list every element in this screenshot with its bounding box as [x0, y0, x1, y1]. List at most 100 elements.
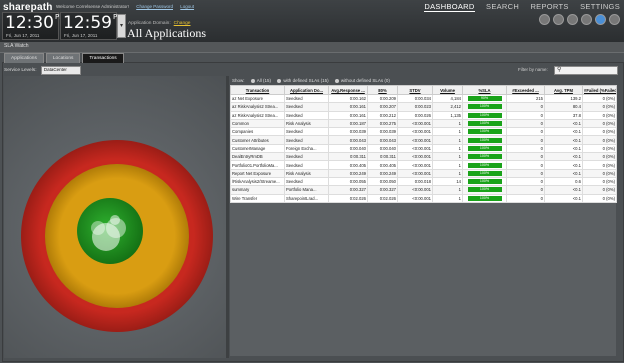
table-cell: 215 [506, 93, 545, 104]
nav-settings[interactable]: SETTINGS [580, 2, 620, 11]
table-cell: Customer Attributes [230, 135, 285, 145]
table-row[interactable]: az Net Exposure Seedsed 0:00.162 0:00.209 0:… [230, 93, 617, 104]
nav-reports[interactable]: REPORTS [530, 2, 568, 11]
table-cell: 1 [432, 143, 463, 154]
table-cell: 100% [462, 168, 507, 178]
table-cell: Report Net Exposure [230, 168, 285, 178]
tab-bar: Applications Locations Transactions [4, 53, 124, 63]
minus-icon[interactable] [539, 14, 550, 25]
gear-icon[interactable] [581, 14, 592, 25]
table-row[interactable]: az RiskAnalysis2 Strea... Seedsed 0:00.161… [230, 110, 617, 120]
sla-percent-bar: 100% [467, 187, 502, 193]
transaction-bubble[interactable] [110, 215, 120, 225]
column-header[interactable]: 80% [367, 85, 398, 95]
table-cell: <0:00.001 [397, 143, 433, 154]
change-password-link[interactable]: Change Password [136, 4, 173, 9]
table-row[interactable]: DealEntryRmDB Seedsed 0:00.311 0:00.311 <0:0… [230, 152, 617, 162]
table-row[interactable]: Companies Seedsed 0:00.039 0:00.039 <0:00.00… [230, 127, 617, 137]
table-cell: 0.6 [544, 176, 583, 187]
table-cell: 0:00.209 [367, 93, 398, 104]
refresh-icon[interactable] [553, 14, 564, 25]
table-cell: 1 [432, 168, 463, 178]
column-header[interactable]: Application Do... [284, 85, 329, 95]
table-cell: 100% [462, 118, 507, 129]
table-row[interactable]: CustomerManage Foreign Excha... 0:00.040 0:… [230, 143, 617, 154]
toolbar-icons [539, 14, 620, 25]
table-cell: 0:00.311 [328, 152, 368, 162]
table-cell: Risk Analysis [284, 118, 329, 129]
table-row[interactable]: /RiskAnalysis2/Streame... Seedsed 0:00.055… [230, 176, 617, 187]
column-header[interactable]: Avg. TPM [544, 85, 583, 95]
table-cell: az RiskAnalysis2 Strea... [230, 102, 285, 112]
table-row[interactable]: Common Risk Analysis 0:00.187 0:00.275 <0:00… [230, 118, 617, 129]
table-cell: Portfolio01.PortfolioMa... [230, 160, 285, 170]
filter-input[interactable]: ⚲ [554, 66, 618, 75]
column-header[interactable]: Avg.Response ... [328, 85, 368, 95]
table-cell: 0 (0%) [582, 168, 617, 178]
table-cell: 0:00.023 [397, 102, 433, 112]
main-nav: DASHBOARD SEARCH REPORTS SETTINGS [415, 2, 620, 12]
table-cell: 0:00.275 [367, 118, 398, 129]
play-icon[interactable] [567, 14, 578, 25]
table-cell: <0.1 [544, 143, 583, 154]
column-header[interactable]: #Exceeded ... [506, 85, 545, 95]
table-cell: 0:00.050 [367, 176, 398, 187]
nav-dashboard[interactable]: DASHBOARD [424, 2, 475, 12]
info-icon[interactable] [595, 14, 606, 25]
column-header[interactable]: Transaction [230, 85, 285, 95]
table-cell: 0 (0%) [582, 160, 617, 170]
table-cell: 0 (0%) [582, 135, 617, 145]
table-cell: 0 (0%) [582, 93, 617, 104]
table-cell: Foreign Excha... [284, 143, 329, 154]
column-header[interactable]: Volume [432, 85, 463, 95]
transaction-bubble[interactable] [91, 221, 105, 235]
clock-to[interactable]: 12:59PM Fri, Jun 17, 2011 [60, 12, 123, 40]
table-row[interactable]: Wire Transfer SharepointLrad... 0:02.026 0:… [230, 193, 617, 203]
radio-all[interactable] [250, 78, 255, 83]
nav-search[interactable]: SEARCH [486, 2, 519, 11]
column-header[interactable]: STDV [397, 85, 433, 95]
table-row[interactable]: summary Portfolio Mana... 0:00.327 0:00.327… [230, 185, 617, 195]
table-cell: 0:00.026 [397, 110, 433, 120]
service-levels-row: Service Levels: DataCenter [4, 66, 81, 75]
tab-applications[interactable]: Applications [4, 53, 44, 63]
table-row[interactable]: az RiskAnalysis2 Strea... Seedsed 0:00.161… [230, 102, 617, 112]
table-cell: 100% [462, 152, 507, 162]
table-cell: 1 [432, 193, 463, 203]
table-cell: Portfolio Mana... [284, 185, 329, 195]
radio-with-sla-label: with defined SLAs (15) [283, 78, 329, 83]
panel-divider[interactable] [226, 76, 229, 358]
help-icon[interactable] [609, 14, 620, 25]
column-header[interactable]: %SLA [462, 85, 507, 95]
table-empty-area [230, 196, 616, 356]
table-cell: 0 (0%) [582, 176, 617, 187]
transactions-table: Transaction Application Do... Avg.Response… [230, 85, 617, 203]
table-cell: 0:00.039 [367, 127, 398, 137]
table-cell: 100% [462, 127, 507, 137]
welcome-text: Welcome Correlsense Administrator! Chang… [56, 4, 194, 9]
sla-percent-bar: 100% [467, 179, 502, 185]
clock-from[interactable]: 12:30PM Fri, Jun 17, 2011 [2, 12, 65, 40]
table-cell: 0:00.207 [367, 102, 398, 112]
table-cell: 100% [462, 143, 507, 154]
tab-transactions[interactable]: Transactions [82, 53, 124, 63]
service-levels-select[interactable]: DataCenter [40, 66, 81, 75]
radio-all-label: All (15) [256, 78, 272, 83]
table-row[interactable]: Report Net Exposure Risk Analysis 0:00.249… [230, 168, 617, 178]
table-cell: <0:00.001 [397, 118, 433, 129]
table-row[interactable]: Customer Attributes Seedsed 0:00.043 0:00.0… [230, 135, 617, 145]
table-cell: 1 [432, 118, 463, 129]
clock-from-date: Fri, Jun 17, 2011 [6, 33, 40, 38]
sla-percent-bar: 100% [467, 162, 502, 168]
time-range-dropdown-button[interactable]: ▾ [117, 14, 126, 38]
radio-with-sla[interactable] [277, 78, 282, 83]
radio-without-sla[interactable] [334, 78, 339, 83]
table-cell: 0:00.405 [367, 160, 398, 170]
column-header[interactable]: #Failed (%Failed) [582, 85, 617, 95]
tab-locations[interactable]: Locations [45, 53, 81, 63]
table-cell: <0.1 [544, 185, 583, 195]
table-row[interactable]: Portfolio01.PortfolioMa... Seedsed 0:00.40… [230, 160, 617, 170]
table-cell: 0 (0%) [582, 118, 617, 129]
logout-link[interactable]: Logout [180, 4, 194, 9]
show-label: Show: [232, 78, 245, 83]
